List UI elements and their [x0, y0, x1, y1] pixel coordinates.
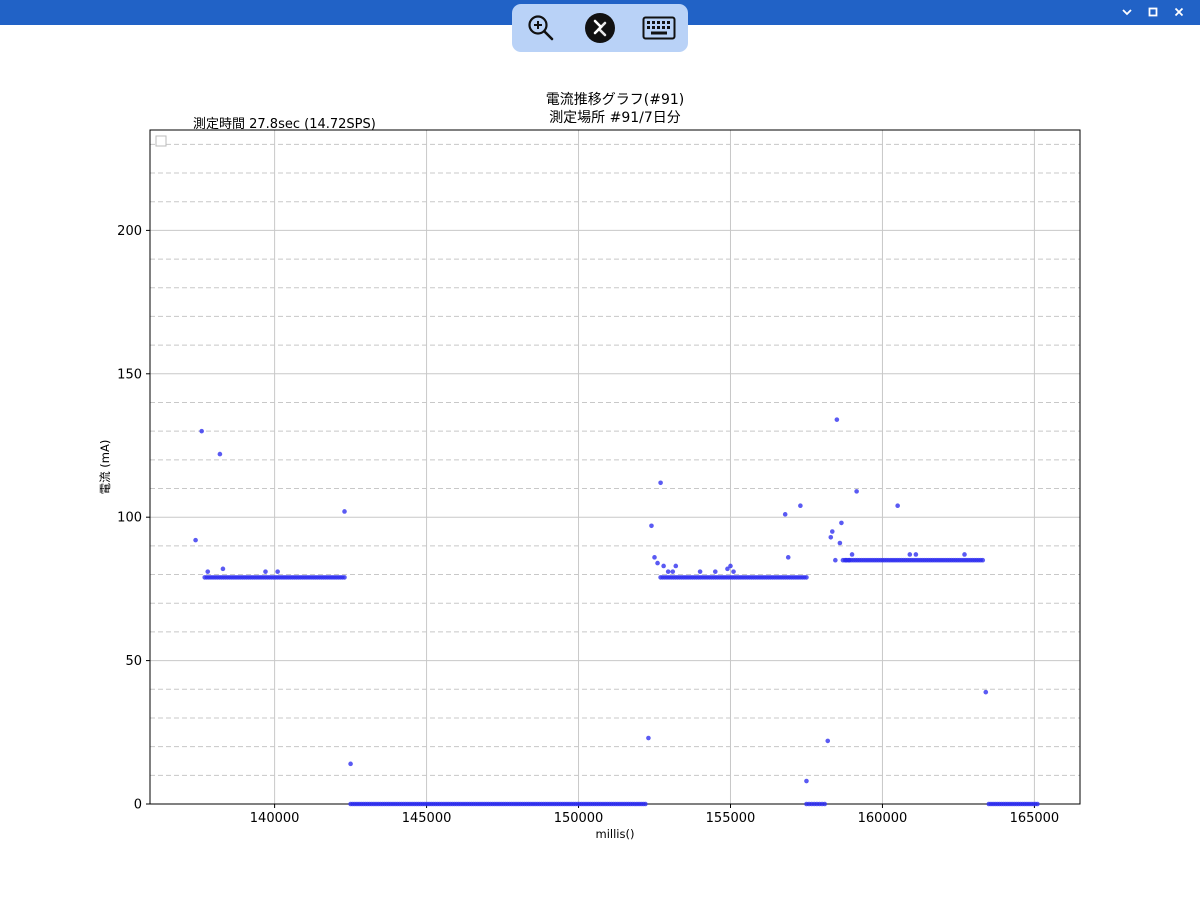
x-tick-label: 150000 — [554, 811, 604, 826]
data-point — [643, 801, 648, 807]
data-point — [785, 555, 791, 560]
data-point — [980, 557, 986, 563]
chart-title-line1: 電流推移グラフ(#91) — [546, 92, 684, 108]
data-point — [907, 552, 913, 557]
x-tick-label: 140000 — [250, 811, 300, 826]
y-tick-label: 0 — [134, 798, 142, 813]
data-point — [217, 451, 223, 457]
x-axis-label: millis() — [596, 827, 635, 841]
data-point — [220, 566, 226, 572]
data-point — [205, 569, 211, 574]
data-point — [655, 560, 660, 566]
y-axis-label: 電流 (mA) — [98, 440, 112, 495]
data-point — [962, 552, 967, 557]
data-point — [712, 569, 718, 574]
current-scatter-chart: 電流推移グラフ(#91) 測定場所 #91/7日分 測定時間 27.8sec (… — [98, 92, 1081, 841]
data-point — [193, 537, 198, 543]
data-point — [804, 778, 809, 784]
data-point — [665, 569, 671, 574]
y-tick-label: 200 — [117, 224, 142, 239]
data-point — [804, 575, 809, 580]
data-point — [728, 563, 733, 569]
plot-frame — [149, 129, 1081, 805]
data-point — [275, 569, 280, 574]
y-tick-label: 100 — [117, 511, 142, 526]
data-point — [670, 569, 676, 574]
data-point — [895, 503, 900, 509]
data-point — [263, 569, 268, 574]
data-point — [782, 512, 788, 517]
data-point — [822, 801, 828, 807]
y-tick-label: 150 — [117, 367, 142, 382]
x-tick-label: 160000 — [858, 811, 908, 826]
x-tick-label: 165000 — [1010, 811, 1060, 826]
data-point — [834, 417, 840, 422]
data-point — [854, 489, 859, 494]
chart-title-line2: 測定場所 #91/7日分 — [549, 110, 681, 126]
data-point — [658, 480, 663, 486]
data-point — [913, 552, 919, 557]
data-point — [661, 563, 666, 569]
data-point — [983, 689, 989, 695]
data-point — [731, 569, 736, 574]
x-tick-label: 145000 — [402, 811, 452, 826]
data-point — [828, 534, 834, 540]
data-point — [825, 738, 831, 744]
data-point — [646, 735, 651, 741]
data-point — [1035, 801, 1040, 807]
data-point — [849, 552, 855, 557]
data-point — [649, 523, 654, 529]
data-point — [348, 761, 353, 767]
data-point — [673, 563, 679, 569]
grid-lines — [150, 130, 1080, 804]
y-tick-label: 50 — [125, 654, 142, 669]
data-point — [833, 557, 838, 563]
axis-ticks: 0 50 100 150 200 140000 145000 150000 155000 1600… — [117, 224, 1059, 826]
data-point — [342, 575, 347, 580]
data-point — [837, 540, 843, 546]
data-point — [839, 520, 844, 526]
data-points — [193, 417, 1040, 807]
data-point — [798, 503, 803, 509]
data-point — [199, 428, 204, 434]
data-point — [846, 557, 852, 563]
x-tick-label: 155000 — [706, 811, 756, 826]
data-point — [697, 569, 703, 574]
legend-box — [155, 135, 167, 147]
data-point — [342, 509, 347, 514]
data-point — [830, 529, 835, 534]
data-point — [652, 555, 657, 560]
